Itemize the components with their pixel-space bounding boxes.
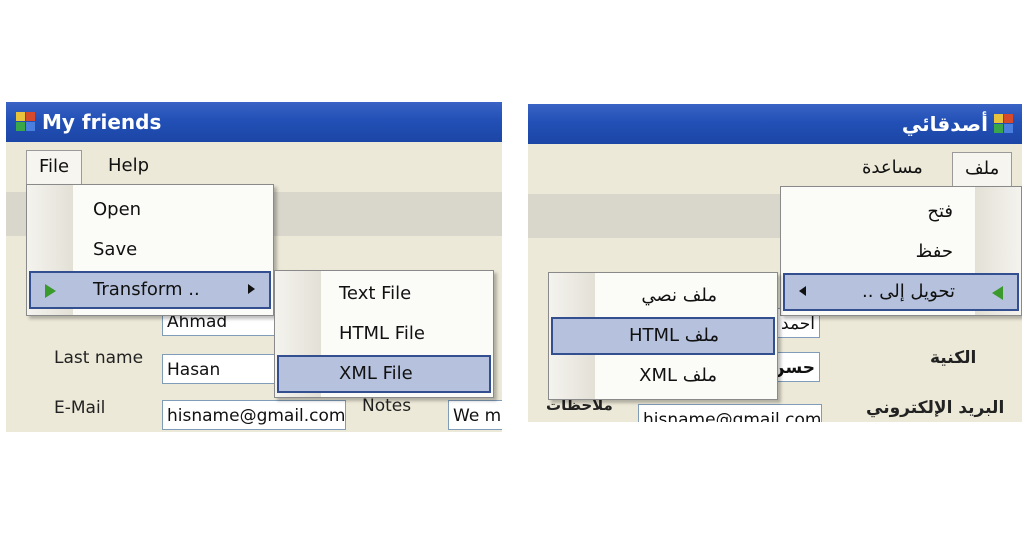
menu-item-open[interactable]: فتح xyxy=(783,193,1019,231)
menu-item-xml-file[interactable]: ملف XML xyxy=(551,357,775,395)
menu-item-text-file[interactable]: ملف نصي xyxy=(551,277,775,315)
notes-label: Notes xyxy=(362,396,412,416)
menu-item-xml-file[interactable]: XML File xyxy=(277,355,491,393)
submenu-arrow-icon xyxy=(799,286,806,296)
menu-help[interactable]: مساعدة xyxy=(850,152,935,184)
english-title-bar: My friends xyxy=(6,102,502,142)
arabic-window: أصدقائي مساعدة ملف أحمد الكنية حسن البري… xyxy=(528,104,1022,422)
menu-item-save[interactable]: حفظ xyxy=(783,233,1019,271)
menu-help[interactable]: Help xyxy=(96,150,161,182)
screenshot: { "english_window": { "title": "My frien… xyxy=(0,0,1024,536)
last-name-field[interactable]: Hasan xyxy=(162,354,282,384)
menu-item-text-file[interactable]: Text File xyxy=(277,275,491,313)
menu-item-transform[interactable]: تحويل إلى .. xyxy=(783,273,1019,311)
app-icon xyxy=(16,112,36,132)
email-label: البريد الإلكتروني xyxy=(866,398,1005,418)
menu-item-save[interactable]: Save xyxy=(29,231,271,269)
file-menu-dropdown: فتح حفظ تحويل إلى .. xyxy=(780,186,1022,316)
file-menu-dropdown: Open Save Transform .. xyxy=(26,184,274,316)
notes-field[interactable]: We m xyxy=(448,400,502,430)
email-label: E-Mail xyxy=(54,398,106,418)
transform-submenu: ملف نصي ملف HTML ملف XML xyxy=(548,272,778,400)
submenu-arrow-icon xyxy=(248,284,255,294)
english-menu-bar: File Help xyxy=(6,142,502,186)
menu-item-html-file[interactable]: HTML File xyxy=(277,315,491,353)
menu-file[interactable]: File xyxy=(26,150,83,185)
menu-file[interactable]: ملف xyxy=(952,152,1013,187)
english-window: My friends File Help Ahmad Last name Has… xyxy=(6,102,502,432)
email-field[interactable]: hisname@gmail.com xyxy=(162,400,346,430)
last-name-label: الكنية xyxy=(930,348,977,368)
window-title: أصدقائي xyxy=(901,112,988,136)
play-arrow-icon xyxy=(992,286,1003,300)
window-title: My friends xyxy=(42,110,162,134)
last-name-label: Last name xyxy=(54,348,144,368)
app-icon xyxy=(994,114,1014,134)
transform-submenu: Text File HTML File XML File xyxy=(274,270,494,398)
menu-item-transform[interactable]: Transform .. xyxy=(29,271,271,309)
play-arrow-icon xyxy=(45,284,56,298)
arabic-menu-bar: مساعدة ملف xyxy=(528,144,1022,188)
menu-item-open[interactable]: Open xyxy=(29,191,271,229)
menu-item-html-file[interactable]: ملف HTML xyxy=(551,317,775,355)
arabic-title-bar: أصدقائي xyxy=(528,104,1022,144)
email-field[interactable]: hisname@gmail.com xyxy=(638,404,822,422)
